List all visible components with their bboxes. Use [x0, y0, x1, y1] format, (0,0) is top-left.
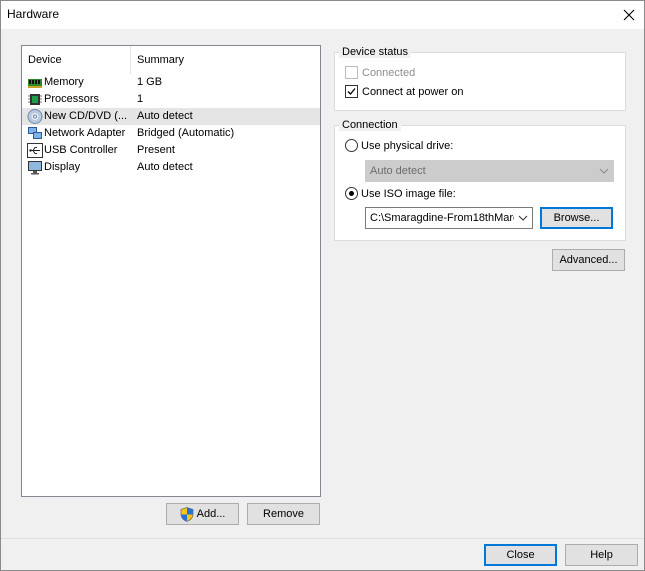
- add-button-label: Add...: [196, 508, 226, 520]
- close-button[interactable]: Close: [484, 544, 557, 566]
- remove-button-label: Remove: [263, 508, 304, 520]
- device-status-group: [334, 52, 626, 111]
- connected-checkbox[interactable]: [345, 66, 358, 79]
- device-row-processors[interactable]: Processors 1: [22, 91, 320, 108]
- processor-icon: [27, 92, 43, 107]
- help-button-label: Help: [590, 549, 613, 561]
- device-name: USB Controller: [44, 144, 118, 156]
- connect-at-power-on-label: Connect at power on: [362, 86, 464, 98]
- title-bar: Hardware: [1, 1, 644, 29]
- device-name: Display: [44, 161, 81, 173]
- close-window-button[interactable]: [614, 1, 644, 29]
- device-name: Network Adapter: [44, 127, 126, 139]
- device-row-cd-dvd[interactable]: New CD/DVD (... Auto detect: [22, 108, 320, 125]
- column-header-summary[interactable]: Summary: [131, 46, 320, 74]
- device-row-usb-controller[interactable]: USB Controller Present: [22, 142, 320, 159]
- device-name: Memory: [44, 76, 84, 88]
- device-summary: 1: [137, 93, 144, 105]
- close-button-label: Close: [506, 549, 535, 561]
- device-summary: Auto detect: [137, 110, 193, 122]
- memory-icon: [27, 75, 43, 90]
- use-physical-drive-radio[interactable]: [345, 139, 358, 152]
- shield-icon: [180, 506, 193, 522]
- connected-label: Connected: [362, 67, 416, 79]
- column-header-device[interactable]: Device: [22, 46, 131, 74]
- usb-icon: [27, 143, 43, 158]
- network-adapter-icon: [27, 126, 43, 141]
- use-physical-drive-label: Use physical drive:: [361, 140, 454, 152]
- use-iso-image-label: Use ISO image file:: [361, 188, 456, 200]
- hardware-dialog: Hardware Device Summary Memory 1 GB Proc…: [0, 0, 645, 571]
- device-row-display[interactable]: Display Auto detect: [22, 159, 320, 176]
- device-row-network-adapter[interactable]: Network Adapter Bridged (Automatic): [22, 125, 320, 142]
- advanced-button[interactable]: Advanced...: [552, 249, 625, 271]
- checkmark-icon: [347, 88, 356, 95]
- chevron-down-icon: [518, 215, 528, 221]
- advanced-button-label: Advanced...: [559, 254, 618, 266]
- device-summary: Bridged (Automatic): [137, 127, 235, 139]
- cd-dvd-icon: [27, 109, 43, 124]
- radio-selected-dot: [349, 191, 354, 196]
- remove-button[interactable]: Remove: [247, 503, 320, 525]
- device-name: New CD/DVD (...: [44, 110, 128, 122]
- browse-button-label: Browse...: [553, 212, 600, 224]
- device-summary: 1 GB: [137, 76, 163, 88]
- device-status-label: Device status: [339, 46, 412, 58]
- iso-path-combobox[interactable]: C:\Smaragdine-From18thMarc: [365, 207, 533, 229]
- display-icon: [27, 160, 43, 175]
- device-list[interactable]: Device Summary Memory 1 GB Processors 1: [21, 45, 321, 497]
- device-summary: Present: [137, 144, 175, 156]
- browse-button[interactable]: Browse...: [540, 207, 613, 229]
- window-title: Hardware: [7, 7, 60, 21]
- device-row-memory[interactable]: Memory 1 GB: [22, 74, 320, 91]
- connect-at-power-on-checkbox[interactable]: [345, 85, 358, 98]
- list-header: Device Summary: [22, 46, 320, 74]
- device-rows: Memory 1 GB Processors 1 New CD/DVD (...…: [22, 74, 320, 176]
- physical-drive-select[interactable]: Auto detect: [365, 160, 614, 182]
- device-summary: Auto detect: [137, 161, 193, 173]
- connection-label: Connection: [339, 119, 401, 131]
- iso-path-value: C:\Smaragdine-From18thMarc: [370, 212, 514, 224]
- chevron-down-icon: [599, 168, 609, 174]
- physical-drive-value: Auto detect: [370, 165, 426, 177]
- device-name: Processors: [44, 93, 100, 105]
- add-button[interactable]: Add...: [166, 503, 239, 525]
- use-iso-image-radio[interactable]: [345, 187, 358, 200]
- close-icon: [623, 9, 635, 21]
- help-button[interactable]: Help: [565, 544, 638, 566]
